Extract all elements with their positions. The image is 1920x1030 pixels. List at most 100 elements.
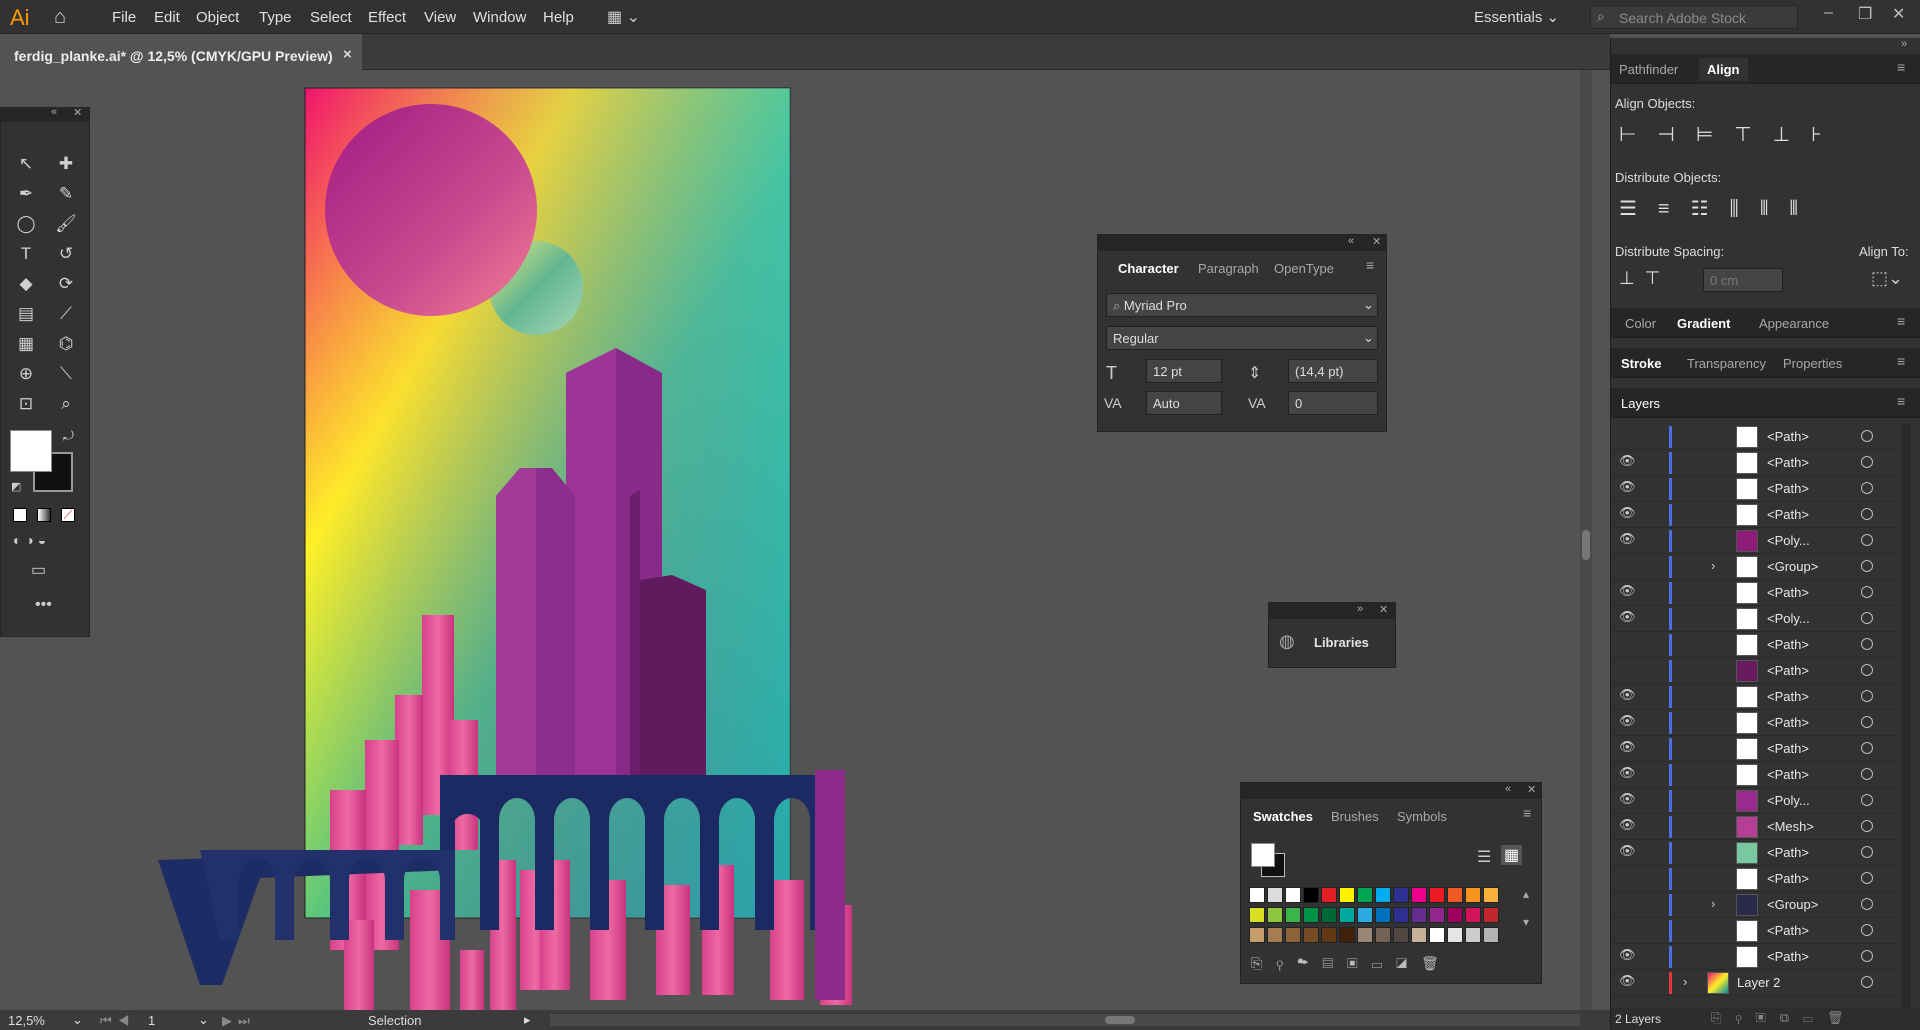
menu-object[interactable]: Object: [196, 9, 239, 26]
pen-tool-icon[interactable]: ✒: [13, 182, 39, 206]
align-to-icon[interactable]: ⬚⌄: [1871, 268, 1903, 289]
target-circle-icon[interactable]: [1861, 976, 1873, 988]
color-swatch[interactable]: [1339, 907, 1355, 923]
layer-row[interactable]: 👁 <Poly...: [1611, 788, 1901, 814]
shape-builder-tool-icon[interactable]: ⊕: [13, 362, 39, 386]
visibility-eye-icon[interactable]: 👁: [1619, 973, 1636, 989]
color-swatch[interactable]: [1483, 887, 1499, 903]
layers-list[interactable]: <Path> 👁 <Path> 👁 <Path> 👁 <Path> 👁 <Poly... › <Gr…: [1611, 424, 1911, 1008]
color-swatch[interactable]: [1375, 887, 1391, 903]
zoom-level[interactable]: 12,5%: [8, 1013, 45, 1028]
menu-select[interactable]: Select: [310, 9, 352, 26]
panel-menu-icon[interactable]: ≡: [1523, 805, 1531, 821]
layer-row[interactable]: <Path>: [1611, 866, 1901, 892]
visibility-eye-icon[interactable]: 👁: [1619, 687, 1636, 703]
color-swatch[interactable]: [1483, 927, 1499, 943]
tab-paragraph[interactable]: Paragraph: [1198, 261, 1259, 276]
mesh-tool-icon[interactable]: ▦: [13, 332, 39, 356]
layer-row[interactable]: 👁 <Mesh>: [1611, 814, 1901, 840]
layer-row[interactable]: 👁 <Path>: [1611, 736, 1901, 762]
target-circle-icon[interactable]: [1861, 482, 1873, 494]
color-swatch[interactable]: [1465, 887, 1481, 903]
color-swatch[interactable]: [1357, 887, 1373, 903]
chevron-down-icon[interactable]: ⌄: [1363, 297, 1374, 313]
layer-name[interactable]: <Path>: [1767, 689, 1809, 704]
tab-opentype[interactable]: OpenType: [1274, 261, 1334, 276]
layer-row[interactable]: <Path>: [1611, 632, 1901, 658]
menu-type[interactable]: Type: [259, 9, 292, 26]
layer-row[interactable]: 👁 <Path>: [1611, 684, 1901, 710]
color-swatch[interactable]: [1267, 927, 1283, 943]
layers-footer-icons[interactable]: ⎘⚲▣⧉▭🗑: [1711, 1010, 1857, 1026]
distribute-object-icons[interactable]: ☰≡☷⫼⦀⫴: [1619, 196, 1819, 221]
color-swatch[interactable]: [1375, 927, 1391, 943]
swatch-scroll-icon[interactable]: ▴ ▾: [1523, 887, 1529, 929]
eyedropper-tool-icon[interactable]: ⟋: [53, 302, 79, 326]
status-arrow-icon[interactable]: ▸: [524, 1012, 531, 1028]
color-swatch[interactable]: [1285, 887, 1301, 903]
visibility-eye-icon[interactable]: 👁: [1619, 947, 1636, 963]
gradient-mode-icon[interactable]: [37, 508, 51, 522]
none-mode-icon[interactable]: ⟋: [61, 508, 75, 522]
layer-name[interactable]: <Path>: [1767, 741, 1809, 756]
target-circle-icon[interactable]: [1861, 846, 1873, 858]
paintbrush-tool-icon[interactable]: 🖌: [53, 212, 79, 236]
tab-stroke[interactable]: Stroke: [1621, 356, 1661, 371]
blend-tool-icon[interactable]: ⌬: [53, 332, 79, 356]
layer-name[interactable]: <Poly...: [1767, 533, 1810, 548]
target-circle-icon[interactable]: [1861, 898, 1873, 910]
target-circle-icon[interactable]: [1861, 638, 1873, 650]
warp-tool-icon[interactable]: ⟳: [53, 272, 79, 296]
tab-properties[interactable]: Properties: [1783, 356, 1842, 371]
panel-menu-icon[interactable]: ≡: [1897, 353, 1905, 369]
tab-pathfinder[interactable]: Pathfinder: [1619, 62, 1678, 77]
layer-name[interactable]: <Poly...: [1767, 793, 1810, 808]
visibility-eye-icon[interactable]: 👁: [1619, 843, 1636, 859]
tracking-field[interactable]: 0: [1288, 391, 1378, 415]
zoom-tool-icon[interactable]: ⌕: [53, 392, 79, 416]
tab-character[interactable]: Character: [1118, 261, 1179, 276]
collapse-icon[interactable]: »: [1357, 603, 1363, 615]
layer-name[interactable]: <Mesh>: [1767, 819, 1814, 834]
expand-arrow-icon[interactable]: ›: [1683, 974, 1687, 989]
layer-row[interactable]: 👁 <Path>: [1611, 502, 1901, 528]
color-swatch[interactable]: [1447, 907, 1463, 923]
close-icon[interactable]: ✕: [1379, 603, 1388, 616]
workspace-switcher[interactable]: Essentials ⌄: [1474, 8, 1559, 26]
color-swatch[interactable]: [1483, 907, 1499, 923]
color-swatch[interactable]: [1249, 907, 1265, 923]
color-swatch[interactable]: [1393, 907, 1409, 923]
spacing-value-field[interactable]: 0 cm: [1703, 268, 1783, 292]
color-swatch[interactable]: [1411, 907, 1427, 923]
color-swatch[interactable]: [1339, 927, 1355, 943]
swatch-footer-icons[interactable]: ⎘⚲☁▤▣▭◪🗑: [1251, 955, 1453, 972]
default-colors-icon[interactable]: ◩: [11, 480, 21, 493]
chevron-down-icon[interactable]: ⌄: [1363, 330, 1374, 346]
target-circle-icon[interactable]: [1861, 612, 1873, 624]
ellipse-tool-icon[interactable]: ◯: [13, 212, 39, 236]
gradient-tool-icon[interactable]: ▤: [13, 302, 39, 326]
layer-row[interactable]: 👁 <Path>: [1611, 450, 1901, 476]
color-swatch[interactable]: [1285, 927, 1301, 943]
layer-row[interactable]: 👁 <Poly...: [1611, 606, 1901, 632]
color-swatch[interactable]: [1357, 907, 1373, 923]
color-swatch[interactable]: [1285, 907, 1301, 923]
canvas-vertical-scrollbar[interactable]: [1580, 70, 1592, 1010]
menu-help[interactable]: Help: [543, 9, 574, 26]
target-circle-icon[interactable]: [1861, 794, 1873, 806]
visibility-eye-icon[interactable]: 👁: [1619, 531, 1636, 547]
minimize-icon[interactable]: –: [1824, 4, 1833, 22]
artboard-nav-next-icons[interactable]: ▶⏭: [222, 1013, 256, 1029]
color-swatch[interactable]: [1249, 927, 1265, 943]
screen-mode-icon[interactable]: ▭: [31, 560, 46, 580]
color-swatch[interactable]: [1411, 887, 1427, 903]
menu-effect[interactable]: Effect: [368, 9, 406, 26]
target-circle-icon[interactable]: [1861, 586, 1873, 598]
color-swatch[interactable]: [1321, 887, 1337, 903]
stock-search[interactable]: ⌕ Search Adobe Stock: [1590, 5, 1798, 29]
layer-row[interactable]: <Path>: [1611, 424, 1901, 450]
panel-menu-icon[interactable]: ≡: [1897, 393, 1905, 409]
visibility-eye-icon[interactable]: 👁: [1619, 765, 1636, 781]
layer-name[interactable]: <Path>: [1767, 923, 1809, 938]
layer-name[interactable]: <Path>: [1767, 637, 1809, 652]
